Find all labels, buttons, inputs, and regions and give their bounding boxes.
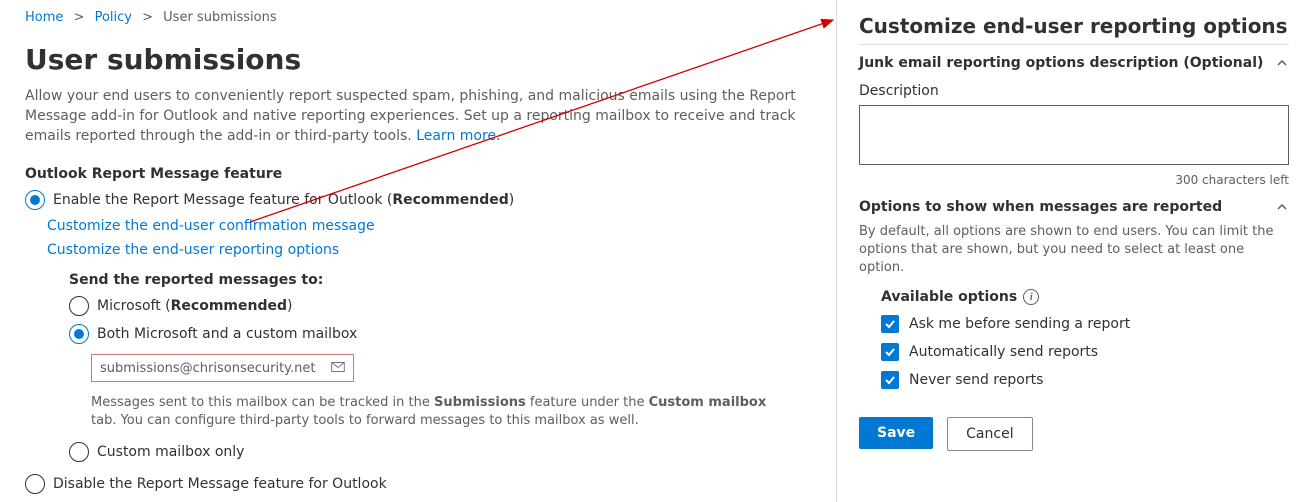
radio-both-label: Both Microsoft and a custom mailbox	[97, 326, 357, 342]
mailbox-help-text: Messages sent to this mailbox can be tra…	[91, 394, 791, 430]
radio-unselected-icon[interactable]	[69, 296, 89, 316]
intro-text: Allow your end users to conveniently rep…	[25, 88, 796, 144]
radio-custom-only[interactable]: Custom mailbox only	[69, 442, 830, 462]
send-to-label: Send the reported messages to:	[69, 272, 830, 288]
radio-unselected-icon[interactable]	[25, 474, 45, 494]
breadcrumb-policy[interactable]: Policy	[95, 10, 132, 25]
radio-microsoft-label: Microsoft (Recommended)	[97, 298, 292, 314]
breadcrumb-current: User submissions	[163, 10, 276, 25]
junk-section-header[interactable]: Junk email reporting options description…	[859, 55, 1289, 71]
enable-feature-label: Enable the Report Message feature for Ou…	[53, 192, 514, 208]
radio-selected-icon[interactable]	[25, 190, 45, 210]
panel-title: Customize end-user reporting options	[859, 14, 1289, 45]
disable-feature-radio-row[interactable]: Disable the Report Message feature for O…	[25, 474, 830, 494]
disable-feature-label: Disable the Report Message feature for O…	[53, 476, 387, 492]
checkbox-label: Automatically send reports	[909, 344, 1098, 360]
cancel-button[interactable]: Cancel	[947, 417, 1032, 451]
checkbox-checked-icon[interactable]	[881, 343, 899, 361]
customize-confirmation-link[interactable]: Customize the end-user confirmation mess…	[47, 218, 375, 234]
checkbox-label: Never send reports	[909, 372, 1043, 388]
checkbox-auto-send[interactable]: Automatically send reports	[881, 343, 1289, 361]
breadcrumb: Home > Policy > User submissions	[25, 10, 830, 25]
options-section-header[interactable]: Options to show when messages are report…	[859, 199, 1289, 215]
description-input[interactable]	[859, 105, 1289, 165]
info-icon[interactable]: i	[1023, 289, 1039, 305]
junk-section-label: Junk email reporting options description…	[859, 55, 1263, 71]
customize-reporting-link[interactable]: Customize the end-user reporting options	[47, 242, 339, 258]
radio-both[interactable]: Both Microsoft and a custom mailbox	[69, 324, 830, 344]
page-title: User submissions	[25, 43, 830, 76]
mailbox-input[interactable]: submissions@chrisonsecurity.net	[91, 354, 354, 382]
checkbox-checked-icon[interactable]	[881, 315, 899, 333]
learn-more-link[interactable]: Learn more.	[416, 128, 500, 144]
enable-feature-radio-row[interactable]: Enable the Report Message feature for Ou…	[25, 190, 830, 210]
checkbox-label: Ask me before sending a report	[909, 316, 1130, 332]
checkbox-checked-icon[interactable]	[881, 371, 899, 389]
available-options-label: Available options i	[881, 289, 1289, 305]
chevron-right-icon: >	[142, 10, 153, 25]
checkbox-never-send[interactable]: Never send reports	[881, 371, 1289, 389]
page-intro: Allow your end users to conveniently rep…	[25, 86, 815, 146]
chevron-right-icon: >	[74, 10, 85, 25]
chevron-up-icon[interactable]	[1275, 200, 1289, 214]
radio-unselected-icon[interactable]	[69, 442, 89, 462]
description-label: Description	[859, 83, 1289, 99]
options-section-label: Options to show when messages are report…	[859, 199, 1222, 215]
radio-custom-only-label: Custom mailbox only	[97, 444, 244, 460]
options-description: By default, all options are shown to end…	[859, 223, 1289, 277]
side-panel: Customize end-user reporting options Jun…	[836, 0, 1311, 502]
radio-selected-icon[interactable]	[69, 324, 89, 344]
chevron-up-icon[interactable]	[1275, 56, 1289, 70]
checkbox-ask-before[interactable]: Ask me before sending a report	[881, 315, 1289, 333]
save-button[interactable]: Save	[859, 417, 933, 449]
main-content: Home > Policy > User submissions User su…	[0, 0, 830, 502]
outlook-section-label: Outlook Report Message feature	[25, 166, 830, 182]
breadcrumb-home[interactable]: Home	[25, 10, 63, 25]
mail-icon	[331, 360, 345, 376]
characters-left: 300 characters left	[859, 173, 1289, 187]
radio-microsoft[interactable]: Microsoft (Recommended)	[69, 296, 830, 316]
mailbox-address: submissions@chrisonsecurity.net	[100, 361, 316, 376]
